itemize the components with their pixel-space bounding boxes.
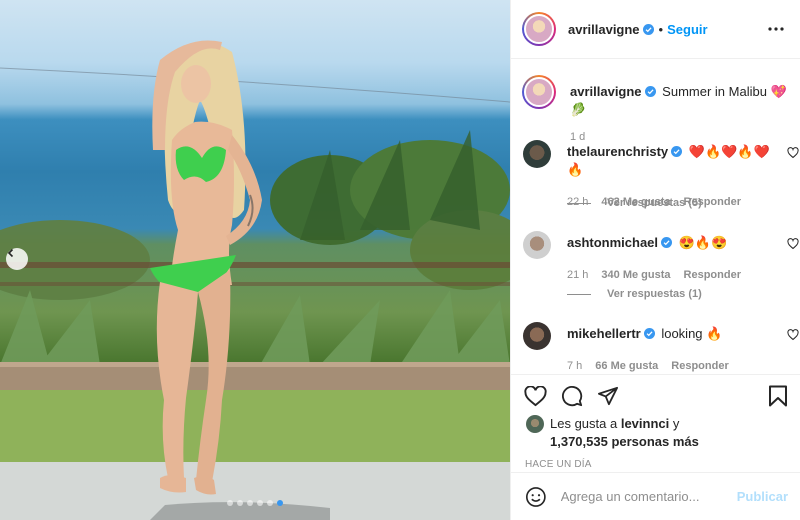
caption: avrillavigne Summer in Malibu 💖🥬 1 d [511, 60, 800, 143]
carousel-dot [257, 500, 263, 506]
carousel-dots [0, 500, 510, 506]
caption-time[interactable]: 1 d [570, 131, 788, 143]
reply-button[interactable]: Responder [684, 269, 741, 281]
post-photo[interactable] [0, 0, 510, 520]
share-paper-plane-icon[interactable] [597, 386, 619, 406]
save-bookmark-icon[interactable] [768, 385, 788, 407]
like-comment-heart-icon[interactable] [787, 147, 799, 159]
view-replies-button[interactable]: Ver respuestas (1) [555, 288, 702, 300]
comment-input[interactable] [560, 489, 737, 504]
likes-prefix: Les gusta a [550, 416, 618, 431]
comment-username[interactable]: mikehellertr [567, 326, 641, 341]
verified-badge-icon [644, 86, 656, 97]
follow-separator: • [658, 21, 664, 37]
more-options-button[interactable] [764, 17, 788, 41]
verified-badge-icon [643, 328, 655, 339]
author-username[interactable]: avrillavigne [568, 22, 640, 37]
comment-username[interactable]: ashtonmichael [567, 235, 658, 250]
view-replies-button[interactable]: Ver respuestas (5) [555, 197, 702, 209]
follow-button[interactable]: Seguir [667, 22, 707, 37]
carousel-dot [237, 500, 243, 506]
view-replies-label[interactable]: Ver respuestas (5) [607, 197, 702, 209]
post-detail-panel: avrillavigne • Seguir avrillavigne Summe… [510, 0, 800, 520]
photo-illustration [0, 40, 510, 520]
comment-likes[interactable]: 66 Me gusta [595, 360, 658, 372]
carousel-dot [227, 500, 233, 506]
verified-badge-icon [661, 237, 673, 248]
caption-avatar[interactable] [522, 75, 556, 109]
liker-username[interactable]: levinnci [621, 416, 669, 431]
comment-text: 😍🔥😍 [678, 235, 728, 250]
carousel-prev-button[interactable] [6, 248, 28, 270]
liker-avatar[interactable] [526, 415, 544, 433]
carousel-dot [247, 500, 253, 506]
comment-likes[interactable]: 340 Me gusta [601, 269, 670, 281]
comment-text: looking 🔥 [661, 326, 723, 341]
like-comment-heart-icon[interactable] [787, 238, 799, 250]
post-actions: Les gusta a levinnci y 1,370,535 persona… [511, 374, 800, 470]
comment-bubble-icon[interactable] [561, 385, 583, 407]
post-date[interactable]: HACE UN DÍA [511, 459, 800, 470]
comment-time[interactable]: 7 h [567, 360, 582, 372]
author-avatar[interactable] [522, 12, 556, 46]
comments-list[interactable]: avrillavigne Summer in Malibu 💖🥬 1 d the… [511, 60, 800, 374]
comment-username[interactable]: thelaurenchristy [567, 144, 668, 159]
like-comment-heart-icon[interactable] [787, 329, 799, 341]
likes-summary: Les gusta a levinnci y 1,370,535 persona… [511, 415, 800, 451]
caption-username[interactable]: avrillavigne [570, 84, 642, 99]
verified-badge-icon [642, 23, 654, 35]
post-header: avrillavigne • Seguir [511, 0, 800, 59]
verified-badge-icon [671, 146, 683, 157]
comment-composer: Publicar [511, 472, 800, 520]
emoji-smiley-icon[interactable] [525, 486, 547, 508]
carousel-dot [277, 500, 283, 506]
comment-time[interactable]: 21 h [567, 269, 588, 281]
publish-comment-button[interactable]: Publicar [737, 489, 788, 504]
carousel-dot [267, 500, 273, 506]
comment-avatar[interactable] [523, 322, 551, 350]
likes-count[interactable]: 1,370,535 personas más [550, 434, 699, 449]
more-icon [768, 27, 784, 31]
view-replies-label[interactable]: Ver respuestas (1) [607, 288, 702, 300]
chevron-left-icon [7, 248, 14, 258]
reply-button[interactable]: Responder [671, 360, 728, 372]
comment-avatar[interactable] [523, 231, 551, 259]
comment-avatar[interactable] [523, 140, 551, 168]
like-heart-icon[interactable] [524, 385, 547, 407]
likes-connector: y [672, 416, 680, 431]
